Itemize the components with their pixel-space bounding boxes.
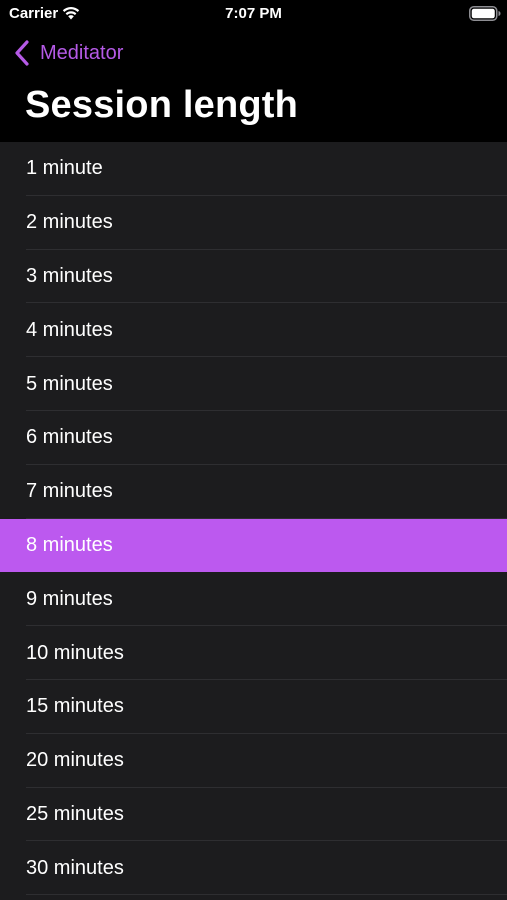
list-item-label: 25 minutes [26, 802, 124, 825]
back-button-label: Meditator [40, 41, 124, 64]
back-button[interactable]: Meditator [14, 38, 123, 68]
list-item-label: 15 minutes [26, 695, 124, 718]
list-item[interactable]: 20 minutes [0, 734, 507, 788]
status-bar: Carrier 7:07 PM [0, 0, 507, 30]
list-item-label: 9 minutes [26, 587, 113, 610]
app-screen: Carrier 7:07 PM Meditator Session length… [0, 0, 507, 900]
list-item[interactable]: 10 minutes [0, 626, 507, 680]
list-item[interactable]: 1 minute [0, 142, 507, 196]
battery-icon [469, 6, 501, 21]
list-item-label: 8 minutes [26, 533, 113, 556]
list-item[interactable]: 2 minutes [0, 196, 507, 250]
list-item[interactable]: 4 minutes [0, 303, 507, 357]
list-item-label: 3 minutes [26, 264, 113, 287]
list-item[interactable]: 15 minutes [0, 680, 507, 734]
list-item[interactable]: 3 minutes [0, 250, 507, 304]
session-length-list: 1 minute 2 minutes 3 minutes 4 minutes 5 min… [0, 142, 507, 900]
list-item[interactable]: 6 minutes [0, 411, 507, 465]
list-item[interactable]: 5 minutes [0, 357, 507, 411]
page-title: Session length [25, 84, 299, 126]
clock-label: 7:07 PM [225, 5, 282, 22]
list-item-label: 6 minutes [26, 426, 113, 449]
list-item-label: 4 minutes [26, 318, 113, 341]
list-item-label: 5 minutes [26, 372, 113, 395]
chevron-left-icon [15, 40, 29, 66]
list-item[interactable]: 30 minutes [0, 841, 507, 895]
list-item-label: 1 minute [26, 157, 103, 180]
list-item[interactable]: 7 minutes [0, 465, 507, 519]
list-item-label: 7 minutes [26, 480, 113, 503]
list-item-label: 20 minutes [26, 749, 124, 772]
list-item-label: 2 minutes [26, 211, 113, 234]
list-item-selected[interactable]: 8 minutes [0, 518, 507, 573]
list-item-label: 10 minutes [26, 641, 124, 664]
list-item[interactable]: 9 minutes [0, 572, 507, 626]
list-item-label: 30 minutes [26, 856, 124, 879]
list-item[interactable]: 25 minutes [0, 788, 507, 842]
